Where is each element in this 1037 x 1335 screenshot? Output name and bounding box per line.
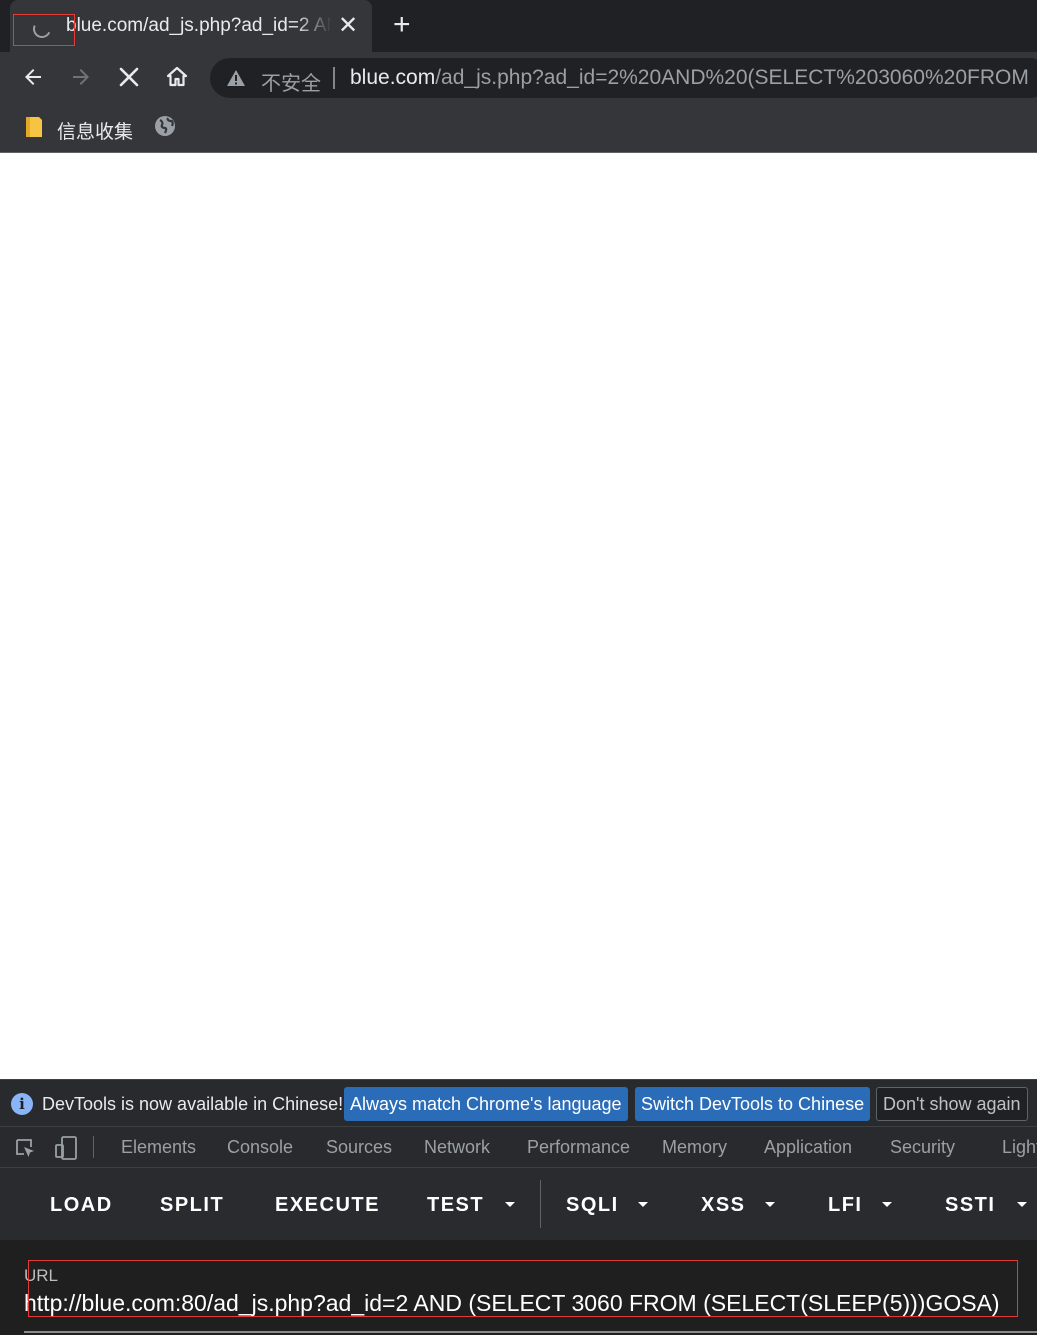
not-secure-label[interactable]: 不安全 (261, 67, 321, 96)
execute-button[interactable]: EXECUTE (275, 1194, 380, 1217)
load-button[interactable]: LOAD (50, 1194, 113, 1217)
hackbar-url-area: URL http://blue.com:80/ad_js.php?ad_id=2… (0, 1240, 1037, 1335)
omnibox-divider (333, 67, 335, 89)
hackbar-toolbar: LOAD SPLIT EXECUTE TEST SQLI XSS LFI SST… (0, 1168, 1037, 1240)
page-content (0, 154, 1037, 1079)
highlight-box (28, 1260, 1018, 1317)
tab-security[interactable]: Security (890, 1137, 955, 1158)
devtools-tab-bar: Elements Console Sources Network Perform… (0, 1126, 1037, 1168)
warning-icon[interactable] (226, 69, 246, 92)
always-match-language-button[interactable]: Always match Chrome's language (344, 1087, 628, 1121)
bookmarks-bar: 信息收集 (0, 104, 1037, 153)
devtools-infobar: i DevTools is now available in Chinese! … (0, 1079, 1037, 1126)
tab-elements[interactable]: Elements (121, 1137, 196, 1158)
sqli-button[interactable]: SQLI (566, 1194, 619, 1217)
test-button[interactable]: TEST (427, 1194, 484, 1217)
tab-lighthouse[interactable]: Lighthouse (1002, 1137, 1037, 1158)
url-host: blue.com (350, 66, 436, 89)
url-text[interactable]: blue.com/ad_js.php?ad_id=2%20AND%20(SELE… (350, 66, 1029, 90)
folder-icon[interactable] (24, 116, 44, 143)
chevron-down-icon[interactable] (765, 1202, 775, 1207)
lfi-button[interactable]: LFI (828, 1194, 863, 1217)
switch-devtools-chinese-button[interactable]: Switch DevTools to Chinese (635, 1087, 871, 1121)
inspect-element-icon[interactable] (14, 1137, 36, 1164)
split-button[interactable]: SPLIT (160, 1194, 224, 1217)
tab-console[interactable]: Console (227, 1137, 293, 1158)
chevron-down-icon[interactable] (505, 1202, 515, 1207)
back-arrow-icon[interactable] (18, 62, 48, 92)
tab-network[interactable]: Network (424, 1137, 490, 1158)
new-tab-button[interactable]: + (393, 10, 411, 40)
browser-toolbar: 不安全 blue.com/ad_js.php?ad_id=2%20AND%20(… (0, 52, 1037, 104)
info-icon: i (11, 1093, 33, 1115)
tab-application[interactable]: Application (764, 1137, 852, 1158)
toolbar-divider (540, 1180, 541, 1228)
url-path: /ad_js.php?ad_id=2%20AND%20(SELECT%20306… (435, 66, 1029, 89)
xss-button[interactable]: XSS (701, 1194, 746, 1217)
highlight-box (13, 14, 75, 46)
tab-sources[interactable]: Sources (326, 1137, 392, 1158)
forward-arrow-icon[interactable] (66, 62, 96, 92)
chevron-down-icon[interactable] (638, 1202, 648, 1207)
chevron-down-icon[interactable] (1017, 1202, 1027, 1207)
bookmark-folder-label[interactable]: 信息收集 (57, 117, 133, 144)
url-input-underline (24, 1331, 1037, 1333)
globe-icon[interactable] (154, 115, 176, 142)
dont-show-again-button[interactable]: Don't show again (876, 1087, 1028, 1121)
tab-strip: blue.com/ad_js.php?ad_id=2 AND (SELECT 3… (0, 0, 1037, 52)
tab-title: blue.com/ad_js.php?ad_id=2 AND (SELECT 3… (66, 15, 332, 36)
infobar-message: DevTools is now available in Chinese! (42, 1094, 344, 1114)
device-toolbar-icon[interactable] (54, 1135, 78, 1166)
tab-performance[interactable]: Performance (527, 1137, 630, 1158)
devtools-panel: i DevTools is now available in Chinese! … (0, 1079, 1037, 1335)
stop-icon[interactable] (114, 62, 144, 92)
address-bar[interactable]: 不安全 blue.com/ad_js.php?ad_id=2%20AND%20(… (210, 58, 1037, 98)
home-icon[interactable] (162, 62, 192, 92)
tab-memory[interactable]: Memory (662, 1137, 727, 1158)
chevron-down-icon[interactable] (882, 1202, 892, 1207)
close-tab-icon[interactable]: ✕ (338, 14, 358, 38)
ssti-button[interactable]: SSTI (945, 1194, 995, 1217)
tab-divider (93, 1136, 94, 1158)
